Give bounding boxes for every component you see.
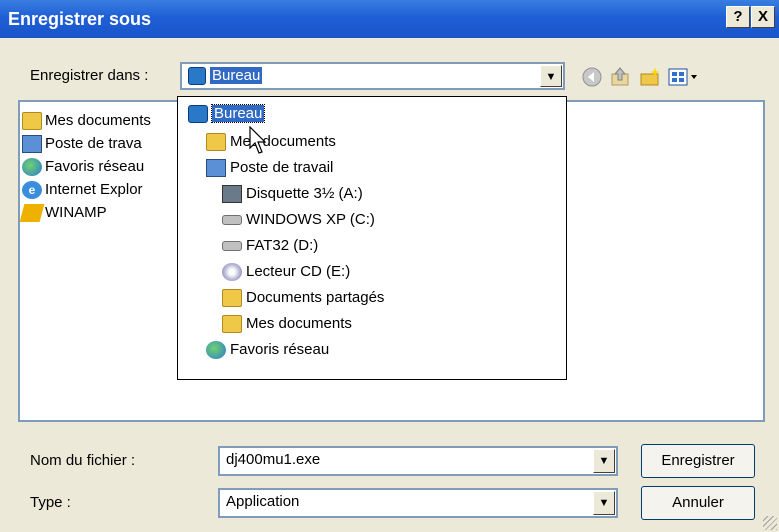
back-icon[interactable] bbox=[581, 66, 603, 88]
filetype-value: Application bbox=[226, 493, 300, 510]
dropdown-item-floppy[interactable]: Disquette 3½ (A:) bbox=[222, 185, 363, 209]
filename-dropdown-button[interactable]: ▼ bbox=[593, 449, 615, 473]
dropdown-item-documents-partages[interactable]: Documents partagés bbox=[222, 289, 384, 313]
filetype-select[interactable]: Application ▼ bbox=[218, 488, 618, 518]
filename-value: dj400mu1.exe bbox=[226, 451, 321, 468]
new-folder-icon[interactable] bbox=[639, 66, 661, 88]
drive-icon bbox=[222, 215, 242, 226]
dropdown-item-favoris-reseau[interactable]: Favoris réseau bbox=[206, 341, 329, 365]
resize-grip-icon[interactable] bbox=[763, 516, 777, 530]
window-title: Enregistrer sous bbox=[8, 9, 152, 29]
folder-icon bbox=[206, 133, 226, 152]
dropdown-item-mes-documents[interactable]: Mes documents bbox=[206, 133, 336, 157]
network-icon bbox=[206, 341, 226, 360]
help-button[interactable]: ? bbox=[726, 6, 750, 28]
dropdown-item-drive-d[interactable]: FAT32 (D:) bbox=[222, 237, 318, 261]
winamp-icon bbox=[20, 204, 45, 223]
cd-icon bbox=[222, 263, 242, 282]
drive-icon bbox=[222, 241, 242, 252]
desktop-icon bbox=[188, 105, 208, 124]
network-icon bbox=[22, 158, 42, 177]
filetype-dropdown-button[interactable]: ▼ bbox=[593, 491, 615, 515]
cancel-button[interactable]: Annuler bbox=[641, 486, 755, 520]
save-in-value: Bureau bbox=[210, 67, 263, 84]
save-in-dropdown-list[interactable]: Bureau Mes documents Poste de travail Di… bbox=[177, 96, 567, 380]
filename-field[interactable]: dj400mu1.exe ▼ bbox=[218, 446, 618, 476]
save-in-dropdown-button[interactable]: ▼ bbox=[540, 65, 562, 87]
folder-icon bbox=[22, 112, 42, 131]
dropdown-item-cd-e[interactable]: Lecteur CD (E:) bbox=[222, 263, 350, 287]
up-folder-icon[interactable] bbox=[609, 66, 631, 88]
computer-icon bbox=[206, 159, 226, 178]
save-button[interactable]: Enregistrer bbox=[641, 444, 755, 478]
list-item[interactable]: Poste de trava bbox=[22, 135, 142, 157]
dropdown-item-poste-de-travail[interactable]: Poste de travail bbox=[206, 159, 333, 183]
list-item[interactable]: Mes documents bbox=[22, 112, 151, 134]
ie-icon: e bbox=[22, 181, 42, 200]
dropdown-item-drive-c[interactable]: WINDOWS XP (C:) bbox=[222, 211, 375, 235]
list-item[interactable]: Favoris réseau bbox=[22, 158, 144, 180]
list-item[interactable]: e Internet Explor bbox=[22, 181, 143, 203]
title-bar: Enregistrer sous ? X bbox=[0, 0, 779, 38]
save-in-combo[interactable]: Bureau ▼ bbox=[180, 62, 565, 90]
close-button[interactable]: X bbox=[751, 6, 775, 28]
folder-icon bbox=[222, 315, 242, 334]
filename-label: Nom du fichier : bbox=[30, 452, 136, 469]
dropdown-item-mes-documents-2[interactable]: Mes documents bbox=[222, 315, 352, 339]
mouse-cursor-icon bbox=[249, 126, 267, 154]
desktop-icon bbox=[188, 67, 206, 85]
computer-icon bbox=[22, 135, 42, 154]
filetype-label: Type : bbox=[30, 494, 71, 511]
save-in-label: Enregistrer dans : bbox=[30, 67, 149, 84]
list-item[interactable]: WINAMP bbox=[20, 204, 107, 226]
view-menu-icon[interactable] bbox=[667, 66, 701, 88]
floppy-icon bbox=[222, 185, 242, 204]
folder-icon bbox=[222, 289, 242, 308]
